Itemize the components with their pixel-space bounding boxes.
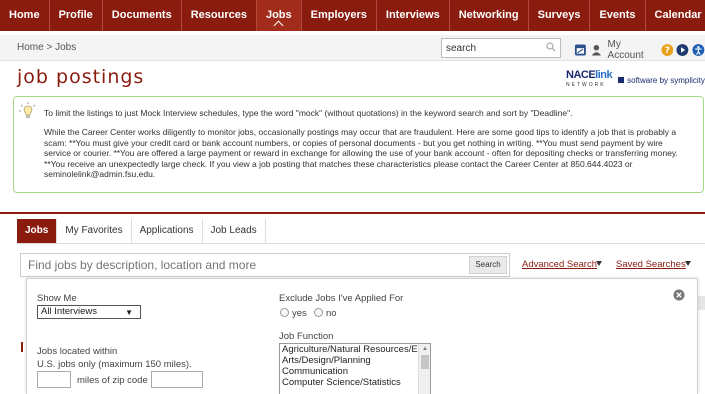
filter-panel: Show Me All Interviews ▼ Exclude Jobs I'… (26, 278, 698, 394)
nav-networking[interactable]: Networking (450, 0, 529, 31)
notice-tip: To limit the listings to just Mock Inter… (44, 108, 573, 118)
exclude-yes-label: yes (292, 308, 307, 319)
exclude-applied-label: Exclude Jobs I've Applied For (279, 293, 404, 304)
advanced-search-link[interactable]: Advanced Search (522, 259, 597, 270)
listbox-scrollbar[interactable]: ▲ (418, 344, 430, 394)
zip-code-input[interactable] (151, 371, 203, 388)
brand-logos: NACElink NETWORK software by symplicity (566, 70, 705, 90)
window-icon[interactable] (574, 43, 587, 57)
symplicity-square-icon (618, 77, 625, 83)
section-divider (0, 212, 705, 214)
nace-logo-sub: NETWORK (566, 82, 606, 88)
site-search-box (441, 38, 561, 58)
left-marker (21, 342, 23, 352)
miles-of-zip-label: miles of zip code (77, 375, 148, 386)
job-function-label: Job Function (279, 331, 334, 342)
chevron-down-icon[interactable] (685, 261, 691, 266)
svg-text:?: ? (664, 46, 669, 56)
job-search-input[interactable] (21, 254, 461, 276)
nav-documents[interactable]: Documents (103, 0, 182, 31)
show-me-select[interactable]: All Interviews ▼ (37, 305, 141, 319)
tab-my-favorites[interactable]: My Favorites (57, 219, 132, 243)
tabs-rule (17, 243, 705, 244)
accessibility-icon[interactable] (692, 43, 705, 57)
site-search-input[interactable] (442, 39, 538, 57)
exclude-no-label: no (326, 308, 337, 319)
job-search-button[interactable]: Search (469, 256, 507, 274)
breadcrumb: Home > Jobs (17, 42, 77, 53)
nace-link-logo: NACElink NETWORK (566, 70, 613, 90)
list-item[interactable]: Agriculture/Natural Resources/En (280, 344, 418, 355)
miles-input[interactable] (37, 371, 71, 388)
tab-applications[interactable]: Applications (132, 219, 203, 243)
page-title: job postings (17, 66, 145, 88)
job-search-box: Search (20, 253, 510, 277)
nav-events[interactable]: Events (590, 0, 646, 31)
list-item[interactable]: Computer Science/Statistics (280, 377, 418, 388)
exclude-no-radio[interactable] (314, 308, 323, 317)
utility-bar: My Account ? (574, 39, 705, 61)
my-account-link[interactable]: My Account (608, 39, 655, 61)
search-icon[interactable] (546, 42, 556, 52)
exclude-yes-radio[interactable] (280, 308, 289, 317)
user-icon[interactable] (590, 43, 603, 57)
nav-surveys[interactable]: Surveys (529, 0, 591, 31)
lightbulb-icon (19, 102, 36, 118)
chevron-down-icon[interactable] (596, 261, 602, 266)
us-jobs-note: U.S. jobs only (maximum 150 miles). (37, 359, 192, 370)
tab-job-leads[interactable]: Job Leads (203, 219, 266, 243)
nav-jobs[interactable]: Jobs (256, 0, 302, 31)
list-item[interactable]: Arts/Design/Planning (280, 355, 418, 366)
nav-resources[interactable]: Resources (182, 0, 257, 31)
symplicity-logo: software by symplicity (618, 76, 705, 85)
jobs-tabs: Jobs My Favorites Applications Job Leads (17, 219, 266, 243)
located-within-label: Jobs located within (37, 346, 118, 357)
notice-box: To limit the listings to just Mock Inter… (13, 96, 704, 193)
job-function-listbox[interactable]: Agriculture/Natural Resources/En Arts/De… (279, 343, 431, 394)
play-icon[interactable] (676, 43, 689, 57)
nav-employers[interactable]: Employers (302, 0, 377, 31)
top-nav: Home Profile Documents Resources Jobs Em… (0, 0, 705, 31)
nav-calendar[interactable]: Calendar (646, 0, 705, 31)
saved-searches-link[interactable]: Saved Searches (616, 259, 686, 270)
nav-home[interactable]: Home (0, 0, 50, 31)
notice-body: While the Career Center works diligently… (44, 127, 678, 179)
nav-profile[interactable]: Profile (50, 0, 103, 31)
scrollbar-thumb[interactable] (421, 355, 429, 369)
help-icon[interactable]: ? (661, 43, 674, 57)
tab-jobs[interactable]: Jobs (17, 219, 58, 243)
symplicity-text: software by symplicity (627, 75, 705, 85)
sub-bar: Home > Jobs My Account ? (0, 35, 705, 61)
close-icon[interactable] (673, 289, 685, 301)
show-me-label: Show Me (37, 293, 77, 304)
scroll-up-icon[interactable]: ▲ (422, 346, 428, 352)
list-item[interactable]: Communication (280, 366, 418, 377)
nav-interviews[interactable]: Interviews (377, 0, 450, 31)
show-me-value: All Interviews (41, 306, 97, 317)
chevron-down-icon: ▼ (125, 308, 133, 317)
